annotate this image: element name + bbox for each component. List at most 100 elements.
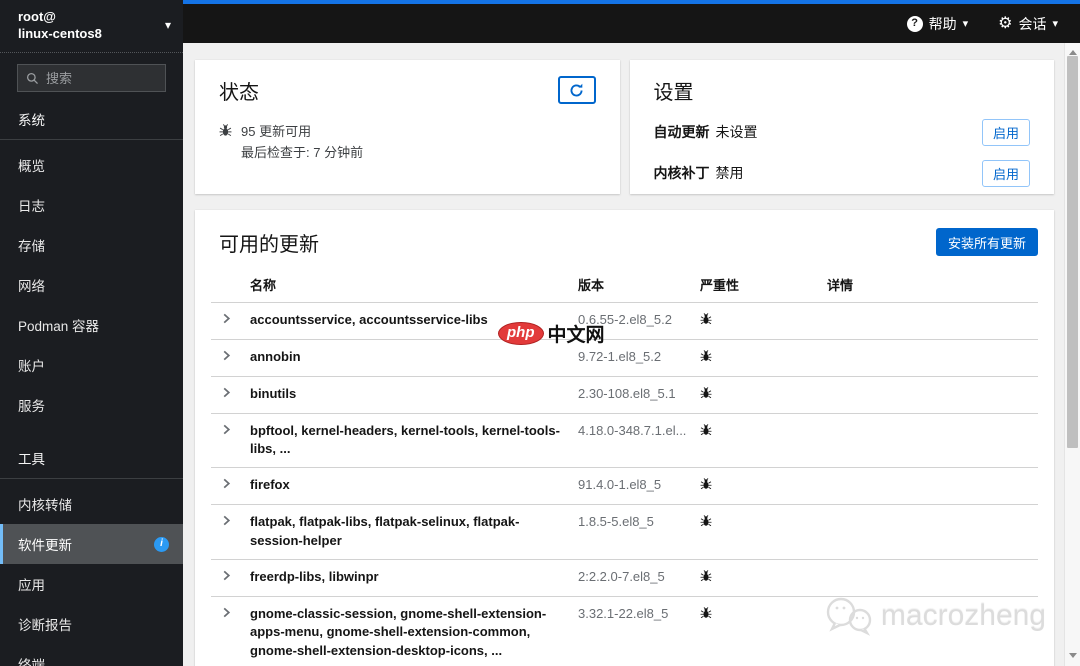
enable-button[interactable]: 启用 <box>981 159 1030 187</box>
update-details <box>827 560 1038 576</box>
bug-icon <box>700 560 827 596</box>
info-icon: i <box>154 536 169 552</box>
status-card: 状态 95 更新可用 最后检查于: 7 分钟前 <box>195 60 620 194</box>
table-row: freerdp-libs, libwinpr 2:2.2.0-7.el8_5 <box>211 560 1038 597</box>
refresh-button[interactable] <box>557 76 596 104</box>
column-name: 名称 <box>250 278 277 293</box>
update-name: freerdp-libs, libwinpr <box>250 568 379 584</box>
sidebar-item-terminal[interactable]: 终端 i <box>0 644 183 666</box>
search-input[interactable] <box>46 70 222 86</box>
bug-icon <box>700 597 827 633</box>
column-details: 详情 <box>827 278 854 293</box>
help-label: 帮助 <box>928 15 957 32</box>
chevron-down-icon: ▾ <box>164 18 171 32</box>
sidebar-item-logs[interactable]: 日志 i <box>0 185 183 225</box>
table-row: flatpak, flatpak-libs, flatpak-selinux, … <box>211 505 1038 560</box>
sidebar-item-storage[interactable]: 存储 i <box>0 225 183 265</box>
sidebar-item-podman[interactable]: Podman 容器 i <box>0 305 183 345</box>
help-menu[interactable]: ? 帮助 ▾ <box>906 14 969 34</box>
update-version: 4.18.0-348.7.1.el... <box>578 422 687 438</box>
expand-row-button[interactable] <box>221 424 232 435</box>
host-switcher[interactable]: root@ linux-centos8 ▾ <box>0 0 183 53</box>
update-name: flatpak, flatpak-libs, flatpak-selinux, … <box>250 514 520 548</box>
update-details <box>827 597 1038 613</box>
chevron-down-icon: ▾ <box>1052 18 1058 30</box>
setting-label: 自动更新 <box>653 124 710 140</box>
bug-icon <box>700 414 827 450</box>
install-all-updates-button[interactable]: 安装所有更新 <box>935 228 1038 256</box>
sidebar-search[interactable] <box>17 64 222 92</box>
bug-icon <box>700 340 827 376</box>
last-checked-text: 最后检查于: 7 分钟前 <box>241 145 364 160</box>
bug-icon <box>700 505 827 541</box>
expand-row-button[interactable] <box>221 607 232 618</box>
sidebar-item-services[interactable]: 服务 i <box>0 385 183 425</box>
updates-available-text: 95 更新可用 <box>241 124 312 139</box>
scroll-down-arrow-icon[interactable] <box>1065 648 1080 662</box>
updates-table-header: 名称 版本 严重性 详情 <box>211 269 1038 303</box>
update-name: accountsservice, accountsservice-libs <box>250 312 488 327</box>
sidebar-item-accounts[interactable]: 账户 i <box>0 345 183 385</box>
table-row: binutils 2.30-108.el8_5.1 <box>211 377 1038 414</box>
chevron-down-icon: ▾ <box>962 18 969 30</box>
available-updates-card: 可用的更新 安装所有更新 名称 版本 严重性 详情 accountsservic… <box>195 210 1054 666</box>
updates-card-title: 可用的更新 <box>219 234 319 256</box>
table-row: accountsservice, accountsservice-libs 0.… <box>211 303 1038 340</box>
masthead: ? 帮助 ▾ ⚙ 会话 ▾ <box>183 0 1080 43</box>
update-name: annobin <box>250 348 301 364</box>
update-details <box>827 505 1038 521</box>
status-card-title: 状态 <box>219 82 259 104</box>
update-name: binutils <box>250 385 297 401</box>
sidebar-item-network[interactable]: 网络 i <box>0 265 183 305</box>
update-version: 1.8.5-5.el8_5 <box>578 514 654 530</box>
table-row: bpftool, kernel-headers, kernel-tools, k… <box>211 414 1038 469</box>
host-name: linux-centos8 <box>18 26 102 41</box>
expand-row-button[interactable] <box>221 387 232 398</box>
host-user: root@ <box>18 9 56 24</box>
update-details <box>827 303 1038 319</box>
expand-row-button[interactable] <box>221 313 232 324</box>
update-name: bpftool, kernel-headers, kernel-tools, k… <box>250 422 560 457</box>
update-version: 2.30-108.el8_5.1 <box>578 385 676 401</box>
bug-icon <box>219 121 232 163</box>
update-details <box>827 468 1038 484</box>
nav-section-header: 系统 <box>0 100 183 140</box>
update-version: 3.32.1-22.el8_5 <box>578 605 669 621</box>
gear-icon: ⚙ <box>998 14 1013 32</box>
expand-row-button[interactable] <box>221 570 232 581</box>
sidebar-item-apps[interactable]: 应用 i <box>0 564 183 604</box>
sidebar-item-reports[interactable]: 诊断报告 i <box>0 604 183 644</box>
table-row: firefox 91.4.0-1.el8_5 <box>211 468 1038 506</box>
expand-row-button[interactable] <box>221 350 232 361</box>
setting-value: 禁用 <box>715 165 744 181</box>
app-window: root@ linux-centos8 ▾ 系统 概览 i 日志 i 存储 i … <box>0 0 1080 666</box>
setting-row: 内核补丁 禁用 启用 <box>653 159 1030 187</box>
scrollbar[interactable] <box>1064 43 1080 666</box>
updates-table: 名称 版本 严重性 详情 accountsservice, accountsse… <box>211 269 1038 666</box>
table-row: annobin 9.72-1.el8_5.2 <box>211 340 1038 377</box>
settings-card-title: 设置 <box>653 82 694 104</box>
bug-icon <box>700 468 827 504</box>
settings-rows: 自动更新 未设置 启用 内核补丁 禁用 启用 <box>653 118 1030 187</box>
nav-section: 工具 内核转储 i 软件更新 i 应用 i 诊断报告 i 终端 i SELinu… <box>0 439 183 666</box>
sidebar-item-overview[interactable]: 概览 i <box>0 145 183 185</box>
bug-icon <box>700 303 827 339</box>
sidebar-nav: 系统 概览 i 日志 i 存储 i 网络 i Podman 容器 i 账户 i … <box>0 100 183 666</box>
update-details <box>827 340 1038 356</box>
update-name: firefox <box>250 477 290 493</box>
sidebar-item-updates[interactable]: 软件更新 i <box>0 524 183 564</box>
expand-row-button[interactable] <box>221 515 232 526</box>
setting-label: 内核补丁 <box>653 165 710 181</box>
update-details <box>827 414 1038 430</box>
updates-table-body: accountsservice, accountsservice-libs 0.… <box>211 303 1038 666</box>
settings-card: 设置 自动更新 未设置 启用 内核补丁 禁用 启用 <box>629 60 1054 194</box>
session-menu[interactable]: ⚙ 会话 ▾ <box>998 14 1058 34</box>
enable-button[interactable]: 启用 <box>981 118 1030 146</box>
expand-row-button[interactable] <box>221 478 232 489</box>
update-name: gnome-classic-session, gnome-shell-exten… <box>250 605 547 659</box>
update-version: 2:2.2.0-7.el8_5 <box>578 568 665 584</box>
setting-value: 未设置 <box>715 124 758 140</box>
sidebar-item-kdump[interactable]: 内核转储 i <box>0 484 183 524</box>
scrollbar-thumb[interactable] <box>1067 56 1078 448</box>
update-version: 91.4.0-1.el8_5 <box>578 477 662 493</box>
